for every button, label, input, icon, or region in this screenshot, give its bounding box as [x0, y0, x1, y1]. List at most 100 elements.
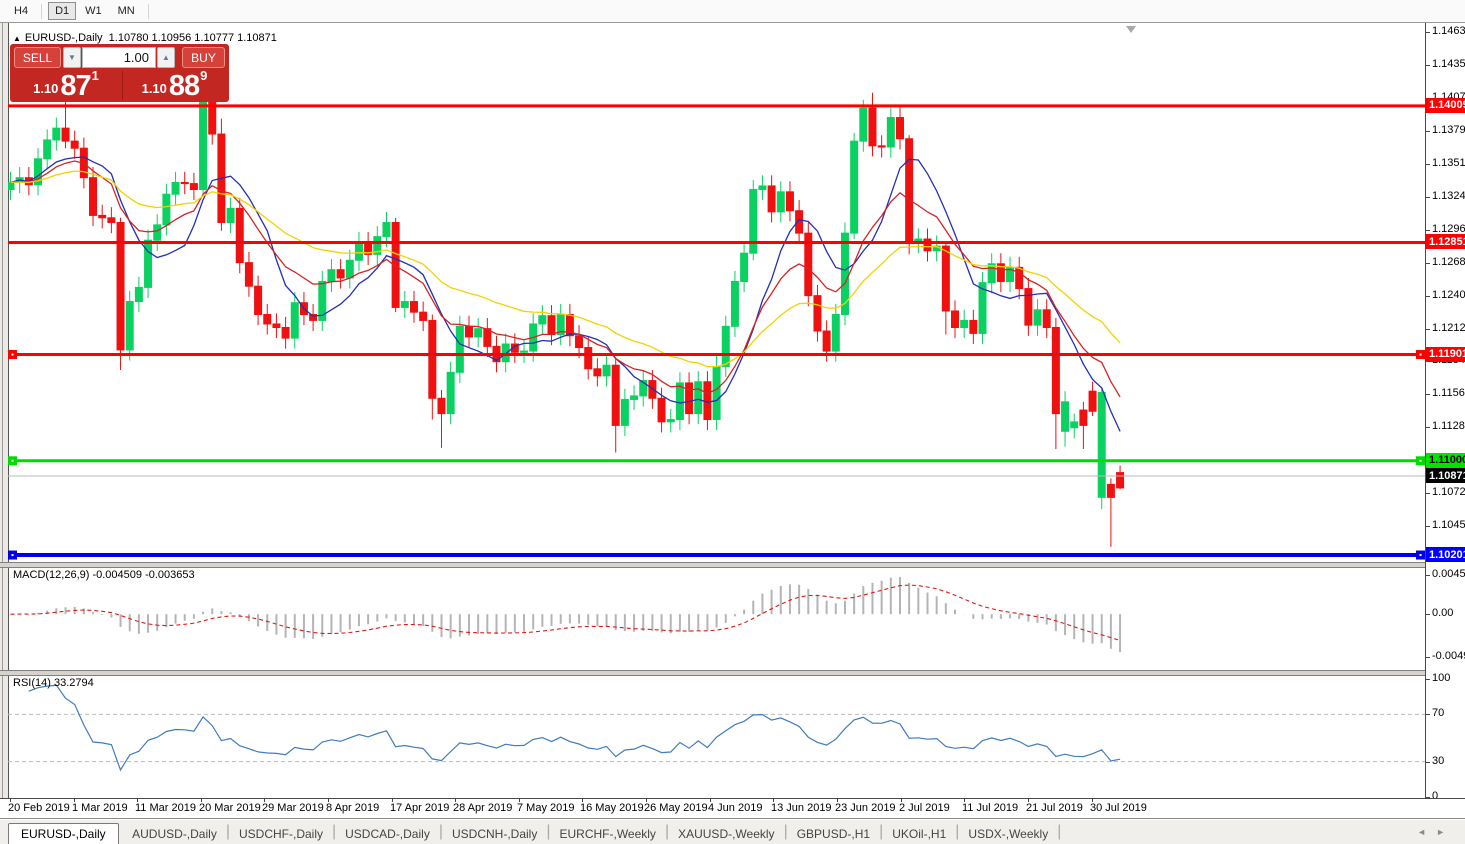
price-tick-label: 1.12120: [1432, 322, 1465, 334]
chart-tab-audusd[interactable]: AUDUSD-,Daily: [123, 824, 226, 844]
sell-price-pip: 1: [92, 61, 99, 91]
date-tick-label: 28 Apr 2019: [453, 802, 512, 814]
scale-tick: [1426, 230, 1430, 231]
date-tick-label: 11 Jul 2019: [962, 802, 1018, 814]
price-tick-label: 1.10725: [1432, 486, 1465, 498]
rsi-panel-canvas[interactable]: [8, 674, 1425, 798]
scale-tick: [1426, 526, 1430, 527]
price-tick-label: 1.13240: [1432, 190, 1465, 202]
buy-price-display[interactable]: 1.10889: [122, 71, 226, 100]
chart-tab-eurchf[interactable]: EURCHF-,Weekly: [550, 824, 664, 844]
date-tick-label: 20 Mar 2019: [199, 802, 261, 814]
date-tick-label: 26 May 2019: [644, 802, 708, 814]
sell-price-prefix: 1.10: [33, 79, 58, 99]
date-tick-label: 11 Mar 2019: [135, 802, 196, 814]
scale-tick: [1426, 394, 1430, 395]
date-tick-label: 16 May 2019: [580, 802, 644, 814]
scale-tick: [1426, 296, 1430, 297]
chart-tab-ukoil[interactable]: UKOil-,H1: [883, 824, 955, 844]
date-tick-label: 2 Jul 2019: [899, 802, 950, 814]
scale-tick: [1426, 131, 1430, 132]
buy-price-pip: 9: [200, 61, 207, 91]
volume-increase-button[interactable]: ▲: [157, 47, 175, 68]
collapse-panel-icon[interactable]: ▲: [13, 34, 21, 43]
chart-tab-eurusd[interactable]: EURUSD-,Daily: [8, 823, 119, 844]
price-tick-label: 100: [1432, 672, 1450, 684]
price-tick-label: 1.11565: [1432, 387, 1465, 399]
one-click-trading-panel: SELL ▼ ▲ BUY 1.10871 1.10889: [10, 44, 229, 102]
chart-tab-usdcnh[interactable]: USDCNH-,Daily: [443, 824, 546, 844]
chart-tab-gbpusd[interactable]: GBPUSD-,H1: [788, 824, 879, 844]
timeframe-button-d1[interactable]: D1: [48, 2, 76, 20]
chart-tab-usdchf[interactable]: USDCHF-,Daily: [230, 824, 332, 844]
date-tick-label: 13 Jun 2019: [771, 802, 832, 814]
price-tick-label: 1.14355: [1432, 58, 1465, 70]
timeframe-toolbar: H4 D1W1MN: [0, 0, 1465, 23]
scale-tick: [1426, 714, 1430, 715]
mt4-window: H4 D1W1MN ▲ EURUSD-,Daily 1.10780 1.10956 …: [0, 0, 1465, 844]
tab-scroll-right-icon[interactable]: ►: [1436, 827, 1455, 837]
price-tick-label: 1.14635: [1432, 25, 1465, 37]
price-level-badge: 1.10871: [1426, 468, 1465, 483]
price-tick-label: 1.12400: [1432, 289, 1465, 301]
price-level-badge: 1.11000: [1426, 453, 1465, 468]
chart-tab-usdcad[interactable]: USDCAD-,Daily: [336, 824, 439, 844]
price-level-badge: 1.10201: [1426, 547, 1465, 562]
timeframe-button-h4[interactable]: H4: [7, 2, 35, 20]
price-tick-label: 1.13515: [1432, 157, 1465, 169]
scale-tick: [1426, 197, 1430, 198]
scale-tick: [1426, 614, 1430, 615]
scale-tick: [1426, 493, 1430, 494]
time-scale[interactable]: 20 Feb 20191 Mar 2019 11 Mar 201920 Mar 2…: [0, 799, 1465, 818]
date-tick-label: 29 Mar 2019: [262, 802, 324, 814]
rsi-label: RSI(14) 33.2794: [13, 677, 94, 689]
date-tick-label: 20 Feb 2019: [8, 802, 70, 814]
price-tick-label: 1.13795: [1432, 124, 1465, 136]
sell-price-display[interactable]: 1.10871: [13, 71, 119, 100]
macd-label: MACD(12,26,9) -0.004509 -0.003653: [13, 569, 195, 581]
timeframe-button-mn[interactable]: MN: [111, 2, 142, 20]
price-tick-label: 0.00: [1432, 607, 1453, 619]
scale-tick: [1426, 575, 1430, 576]
scale-tick: [1426, 263, 1430, 264]
price-tick-label: 1.12960: [1432, 223, 1465, 235]
date-tick-label: 21 Jul 2019: [1026, 802, 1083, 814]
sell-button[interactable]: SELL: [14, 47, 61, 68]
chart-symbol-label: EURUSD-,Daily: [25, 32, 103, 44]
buy-price-big: 88: [169, 73, 199, 99]
volume-decrease-button[interactable]: ▼: [63, 47, 81, 68]
toolbar-separator: [148, 4, 149, 19]
scale-tick: [1426, 679, 1430, 680]
macd-panel-canvas[interactable]: [8, 566, 1425, 670]
price-chart-canvas[interactable]: [8, 30, 1425, 562]
date-tick-label: 30 Jul 2019: [1090, 802, 1147, 814]
tab-separator: |: [1057, 823, 1061, 841]
price-level-badge: 1.12851: [1426, 234, 1465, 249]
tab-scroll-left-icon[interactable]: ◄: [1417, 827, 1436, 837]
scale-tick: [1426, 65, 1430, 66]
date-tick-label: 4 Jun 2019: [708, 802, 762, 814]
date-tick-label: 17 Apr 2019: [390, 802, 449, 814]
timeframe-button-w1[interactable]: W1: [78, 2, 109, 20]
chart-title: ▲ EURUSD-,Daily 1.10780 1.10956 1.10777 1…: [13, 32, 277, 44]
tab-scroll-arrows[interactable]: ◄►: [1417, 827, 1455, 837]
price-level-badge: 1.11901: [1426, 347, 1465, 362]
scale-tick: [1426, 32, 1430, 33]
scale-tick: [1426, 762, 1430, 763]
chart-ohlc-values: 1.10780 1.10956 1.10777 1.10871: [109, 32, 277, 44]
price-tick-label: 1.10450: [1432, 519, 1465, 531]
scale-tick: [1426, 164, 1430, 165]
date-tick-label: 7 May 2019: [517, 802, 574, 814]
price-tick-label: -0.00494: [1432, 650, 1465, 662]
date-tick-label: 1 Mar 2019: [72, 802, 128, 814]
price-tick-label: 70: [1432, 707, 1444, 719]
chart-tab-usdx[interactable]: USDX-,Weekly: [959, 824, 1057, 844]
toolbar-separator: [41, 4, 42, 19]
price-tick-label: 1.11285: [1432, 420, 1465, 432]
chart-tab-xauusd[interactable]: XAUUSD-,Weekly: [669, 824, 783, 844]
chart-shift-marker-icon[interactable]: [1126, 26, 1136, 33]
scale-tick: [1426, 329, 1430, 330]
sell-price-big: 87: [60, 73, 90, 99]
price-tick-label: 30: [1432, 755, 1444, 767]
price-scale[interactable]: 1.146351.143551.140751.137951.135151.132…: [1426, 23, 1465, 800]
